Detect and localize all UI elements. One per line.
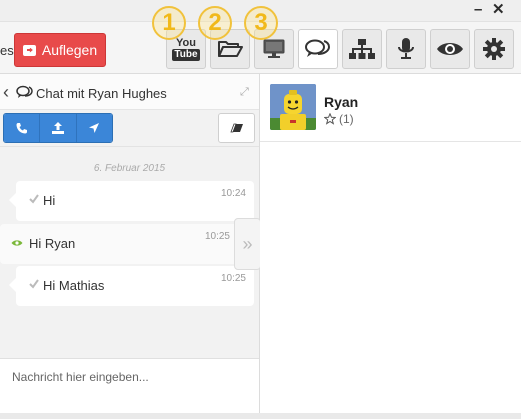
chat-button[interactable] (298, 29, 338, 69)
divider (0, 146, 259, 147)
step-badge-3: 3 (244, 6, 278, 40)
call-button[interactable] (4, 114, 41, 142)
check-icon (29, 279, 39, 289)
location-arrow-icon (89, 123, 100, 133)
message-input[interactable] (0, 359, 259, 395)
message-composer (0, 358, 259, 419)
message-text: Hi (43, 193, 56, 208)
monitor-icon (263, 39, 285, 58)
upload-icon (51, 122, 64, 134)
step-badge-1: 1 (152, 6, 186, 40)
chat-header: ‹ Chat mit Ryan Hughes ⤢ (0, 74, 259, 110)
chat-small-icon (16, 85, 33, 98)
message-text: Hi Ryan (29, 236, 76, 251)
hangup-icon (22, 44, 36, 56)
contact-card[interactable]: Ryan (1) (260, 74, 521, 142)
minimize-button[interactable]: – (474, 2, 482, 18)
eye-icon (11, 240, 23, 246)
hangup-label: Auflegen (41, 42, 98, 58)
send-location-button[interactable] (76, 114, 112, 142)
clear-chat-button[interactable] (218, 113, 255, 143)
rating-count: (1) (339, 112, 354, 126)
eye-button[interactable] (430, 29, 470, 69)
network-button[interactable] (342, 29, 382, 69)
contact-name: Ryan (324, 94, 359, 110)
message-time: 10:25 (204, 231, 230, 242)
step-badge-2: 2 (198, 6, 232, 40)
expand-icon[interactable]: ⤢ (240, 86, 249, 99)
youtube-icon: You Tube (172, 36, 200, 61)
message-bubble: Hi 10:24 (9, 181, 254, 221)
star-outline-icon (324, 113, 336, 125)
gear-icon (483, 38, 505, 60)
close-button[interactable]: ✕ (492, 2, 505, 18)
back-chevron-icon[interactable]: ‹ (3, 82, 9, 103)
collapse-panel-button[interactable]: » (234, 218, 261, 270)
check-icon (29, 194, 39, 204)
chat-actions (3, 113, 113, 143)
microphone-button[interactable] (386, 29, 426, 69)
message-time: 10:25 (220, 273, 246, 284)
contact-panel: Ryan (1) (260, 74, 521, 419)
hangup-button[interactable]: Auflegen (14, 33, 106, 67)
eraser-icon (229, 123, 243, 133)
date-separator: 6. Februar 2015 (93, 163, 166, 174)
chat-title: Chat mit Ryan Hughes (36, 86, 167, 101)
chat-panel: ‹ Chat mit Ryan Hughes ⤢ 6. Februar 2015… (0, 74, 260, 419)
message-text: Hi Mathias (43, 278, 105, 293)
contact-rating[interactable]: (1) (324, 112, 354, 126)
bottom-strip (0, 413, 521, 419)
settings-button[interactable] (474, 29, 514, 69)
chat-icon (305, 39, 331, 57)
upload-button[interactable] (40, 114, 77, 142)
eye-icon (437, 43, 463, 55)
message-bubble: Hi Ryan 10:25 (0, 224, 238, 264)
folder-open-icon (218, 41, 243, 57)
message-bubble: Hi Mathias 10:25 (9, 266, 254, 306)
truncated-label: es (0, 43, 14, 58)
message-time: 10:24 (220, 188, 246, 199)
phone-icon (16, 123, 27, 134)
sitemap-icon (349, 39, 375, 59)
avatar (270, 84, 316, 130)
microphone-icon (398, 38, 414, 59)
double-chevron-right-icon: » (242, 233, 253, 254)
